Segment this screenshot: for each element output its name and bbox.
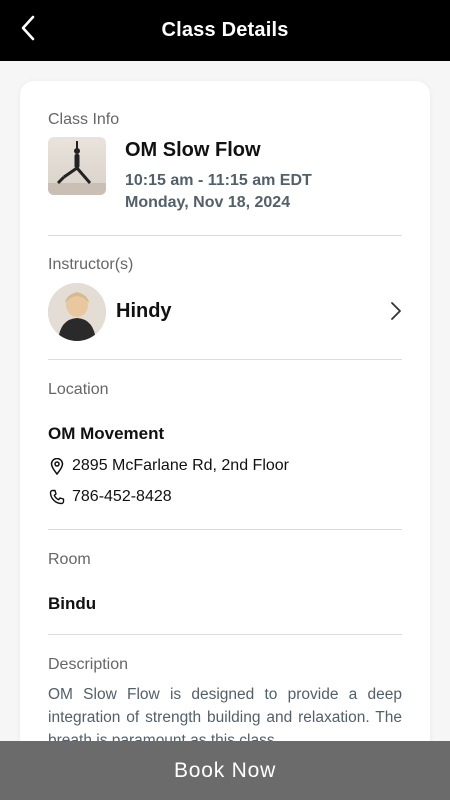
- room-label: Room: [48, 551, 91, 568]
- location-name: OM Movement: [48, 424, 165, 443]
- chevron-right-icon: [391, 302, 401, 320]
- divider: [48, 634, 402, 635]
- divider: [48, 529, 402, 530]
- class-name: OM Slow Flow: [125, 139, 261, 161]
- description-label: Description: [48, 656, 129, 673]
- phone-icon: [48, 488, 66, 506]
- instructor-name: Hindy: [116, 300, 172, 322]
- page-title: Class Details: [161, 19, 289, 41]
- divider: [48, 359, 402, 360]
- yoga-pose-image: [48, 141, 106, 195]
- class-time: 10:15 am - 11:15 am EDT: [125, 172, 312, 189]
- class-image: [48, 137, 106, 195]
- top-bar: Class Details: [0, 0, 450, 61]
- class-date: Monday, Nov 18, 2024: [125, 194, 291, 211]
- location-label: Location: [48, 381, 109, 398]
- instructor-label: Instructor(s): [48, 256, 134, 273]
- book-now-button[interactable]: Book Now: [0, 741, 450, 800]
- address-row[interactable]: 2895 McFarlane Rd, 2nd Floor: [48, 457, 289, 475]
- chevron-left-icon: [21, 15, 35, 41]
- map-pin-icon: [48, 457, 66, 475]
- phone-row[interactable]: 786-452-8428: [48, 488, 172, 506]
- instructor-row[interactable]: Hindy: [48, 281, 404, 341]
- divider: [48, 235, 402, 236]
- phone-text: 786-452-8428: [72, 488, 172, 505]
- class-details-card: Class Info OM Slow Flow 10:15 am - 11:15…: [20, 81, 430, 781]
- room-name: Bindu: [48, 594, 97, 613]
- class-info-label: Class Info: [48, 111, 120, 128]
- address-text: 2895 McFarlane Rd, 2nd Floor: [72, 457, 289, 474]
- avatar: [48, 283, 106, 341]
- back-button[interactable]: [14, 12, 42, 44]
